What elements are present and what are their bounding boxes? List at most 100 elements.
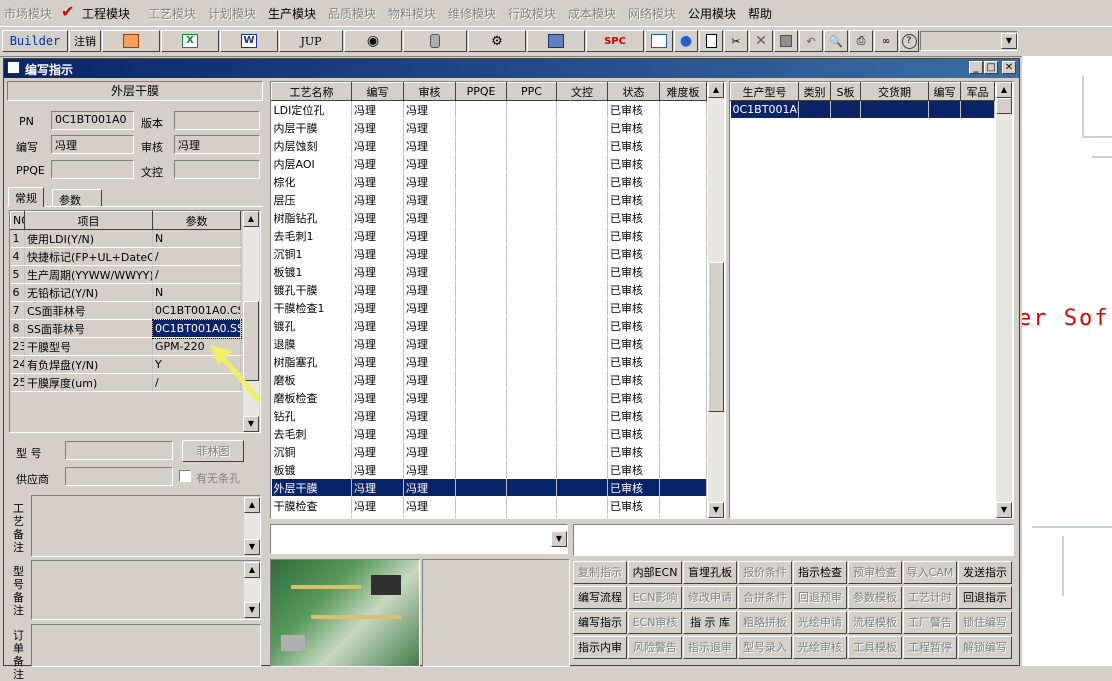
process-cell-empty[interactable] xyxy=(506,478,557,497)
process-cell-empty[interactable] xyxy=(556,154,608,173)
process-cell-empty[interactable] xyxy=(659,172,707,191)
process-cell-author[interactable]: 冯理 xyxy=(351,100,404,119)
process-cell-empty[interactable] xyxy=(455,496,507,515)
action-button-19[interactable]: 粗略拼板 xyxy=(738,611,792,634)
process-cell-empty[interactable] xyxy=(659,154,707,173)
process-cell-empty[interactable] xyxy=(556,442,608,461)
process-cell-name[interactable]: 内层蚀刻 xyxy=(271,136,352,155)
process-cell-empty[interactable] xyxy=(659,496,707,515)
menu-item-4[interactable]: 生产模块 xyxy=(268,5,316,22)
process-cell-empty[interactable] xyxy=(556,262,608,281)
scroll-down-icon[interactable]: ▼ xyxy=(244,602,260,618)
find-button[interactable]: ∞ xyxy=(874,30,898,52)
process-row[interactable]: 沉铜 冯理 冯理 已审核 xyxy=(271,442,707,461)
parameter-cell-no[interactable]: 8 xyxy=(10,319,25,338)
menu-item-12[interactable]: 帮助 xyxy=(748,5,772,22)
scroll-thumb[interactable] xyxy=(996,98,1012,114)
process-cell-empty[interactable] xyxy=(556,514,608,518)
process-cell-status[interactable]: 已审核 xyxy=(607,334,660,353)
parameter-cell-item[interactable]: 干膜型号 xyxy=(24,337,153,356)
process-cell-name[interactable]: 去毛刺1 xyxy=(271,226,352,245)
process-cell-author[interactable]: 冯理 xyxy=(351,352,404,371)
process-cell-empty[interactable] xyxy=(659,208,707,227)
process-cell-review[interactable]: 冯理 xyxy=(403,460,456,479)
process-row[interactable]: 镀孔干膜 冯理 冯理 已审核 xyxy=(271,280,707,299)
process-cell-author[interactable]: 冯理 xyxy=(351,262,404,281)
process-cell-status[interactable]: 已审核 xyxy=(607,136,660,155)
process-cell-status[interactable]: 已审核 xyxy=(607,172,660,191)
action-button-6[interactable]: 导入CAM xyxy=(903,561,957,584)
process-cell-status[interactable]: 已审核 xyxy=(607,424,660,443)
process-row[interactable]: 去毛刺 冯理 冯理 已审核 xyxy=(271,424,707,443)
process-cell-empty[interactable] xyxy=(455,514,507,518)
process-cell-empty[interactable] xyxy=(556,334,608,353)
process-cell-review[interactable]: 冯理 xyxy=(403,280,456,299)
delete-button[interactable]: ✕ xyxy=(749,30,773,52)
order-cell-empty[interactable] xyxy=(798,100,831,119)
model-notes-field[interactable]: ▲ ▼ xyxy=(31,560,261,620)
process-cell-review[interactable]: 冯理 xyxy=(403,352,456,371)
process-cell-name[interactable]: 磨板检查 xyxy=(271,388,352,407)
process-cell-name[interactable]: LDI定位孔 xyxy=(271,100,352,119)
process-combo[interactable]: ▼ xyxy=(270,524,568,554)
process-cell-empty[interactable] xyxy=(506,208,557,227)
process-cell-empty[interactable] xyxy=(556,352,608,371)
scroll-up-icon[interactable]: ▲ xyxy=(244,497,260,513)
order-scrollbar[interactable]: ▲ ▼ xyxy=(996,82,1012,518)
process-cell-review[interactable]: 冯理 xyxy=(403,244,456,263)
doc-control-field[interactable] xyxy=(174,160,260,179)
process-cell-empty[interactable] xyxy=(659,190,707,209)
process-cell-author[interactable]: 冯理 xyxy=(351,496,404,515)
process-cell-empty[interactable] xyxy=(556,136,608,155)
process-cell-review[interactable]: 冯理 xyxy=(403,424,456,443)
process-col-header[interactable]: PPQE xyxy=(455,82,507,101)
process-cell-empty[interactable] xyxy=(455,208,507,227)
process-cell-empty[interactable] xyxy=(659,298,707,317)
process-cell-status[interactable]: 已审核 xyxy=(607,478,660,497)
parameter-cell-value[interactable]: 0C1BT001A0.CS xyxy=(152,301,241,320)
process-col-header[interactable]: 文控 xyxy=(556,82,608,101)
process-cell-status[interactable]: 已审核 xyxy=(607,514,660,518)
process-cell-review[interactable]: 冯理 xyxy=(403,154,456,173)
process-cell-name[interactable]: 板镀 xyxy=(271,460,352,479)
parameter-cell-item[interactable]: 生产周期(YYWW/WWYY) xyxy=(24,265,153,284)
scroll-up-icon[interactable]: ▲ xyxy=(996,82,1012,98)
order-cell-empty[interactable] xyxy=(928,100,961,119)
process-cell-name[interactable]: 外层干膜 xyxy=(271,478,352,497)
jup-button[interactable]: JUP xyxy=(279,30,343,52)
process-cell-review[interactable]: 冯理 xyxy=(403,406,456,425)
process-row[interactable]: 去毛刺1 冯理 冯理 已审核 xyxy=(271,226,707,245)
tab-parameters[interactable]: 参数 xyxy=(52,189,102,207)
scroll-up-icon[interactable]: ▲ xyxy=(708,82,724,98)
parameter-cell-value[interactable]: / xyxy=(152,265,241,284)
process-row[interactable]: 外层干膜 冯理 冯理 已审核 xyxy=(271,478,707,497)
process-cell-empty[interactable] xyxy=(455,370,507,389)
process-row[interactable]: 树脂塞孔 冯理 冯理 已审核 xyxy=(271,352,707,371)
builder-button[interactable]: Builder xyxy=(2,30,68,52)
action-button-11[interactable]: 合拼条件 xyxy=(738,586,792,609)
process-cell-review[interactable]: 冯理 xyxy=(403,100,456,119)
process-row[interactable]: 沉铜1 冯理 冯理 已审核 xyxy=(271,244,707,263)
parameter-cell-item[interactable]: 干膜厚度(um) xyxy=(24,373,153,392)
process-cell-review[interactable]: 冯理 xyxy=(403,370,456,389)
process-cell-status[interactable]: 已审核 xyxy=(607,262,660,281)
process-cell-name[interactable]: 层压 xyxy=(271,190,352,209)
process-cell-empty[interactable] xyxy=(455,460,507,479)
process-cell-review[interactable]: 冯理 xyxy=(403,316,456,335)
process-cell-empty[interactable] xyxy=(659,100,707,119)
process-cell-empty[interactable] xyxy=(506,226,557,245)
version-field[interactable] xyxy=(174,111,260,130)
process-cell-name[interactable]: 退膜 xyxy=(271,334,352,353)
process-cell-author[interactable]: 冯理 xyxy=(351,136,404,155)
order-cell-empty[interactable] xyxy=(830,100,861,119)
process-row[interactable]: 内层蚀刻 冯理 冯理 已审核 xyxy=(271,136,707,155)
process-cell-author[interactable]: 冯理 xyxy=(351,334,404,353)
process-cell-review[interactable]: 冯理 xyxy=(403,190,456,209)
process-cell-name[interactable]: 镀孔干膜 xyxy=(271,280,352,299)
process-cell-empty[interactable] xyxy=(506,442,557,461)
process-cell-review[interactable]: 冯理 xyxy=(403,118,456,137)
parameter-cell-no[interactable]: 7 xyxy=(10,301,25,320)
process-cell-empty[interactable] xyxy=(455,424,507,443)
parameter-cell-no[interactable]: 6 xyxy=(10,283,25,302)
process-cell-name[interactable]: 磨板 xyxy=(271,370,352,389)
